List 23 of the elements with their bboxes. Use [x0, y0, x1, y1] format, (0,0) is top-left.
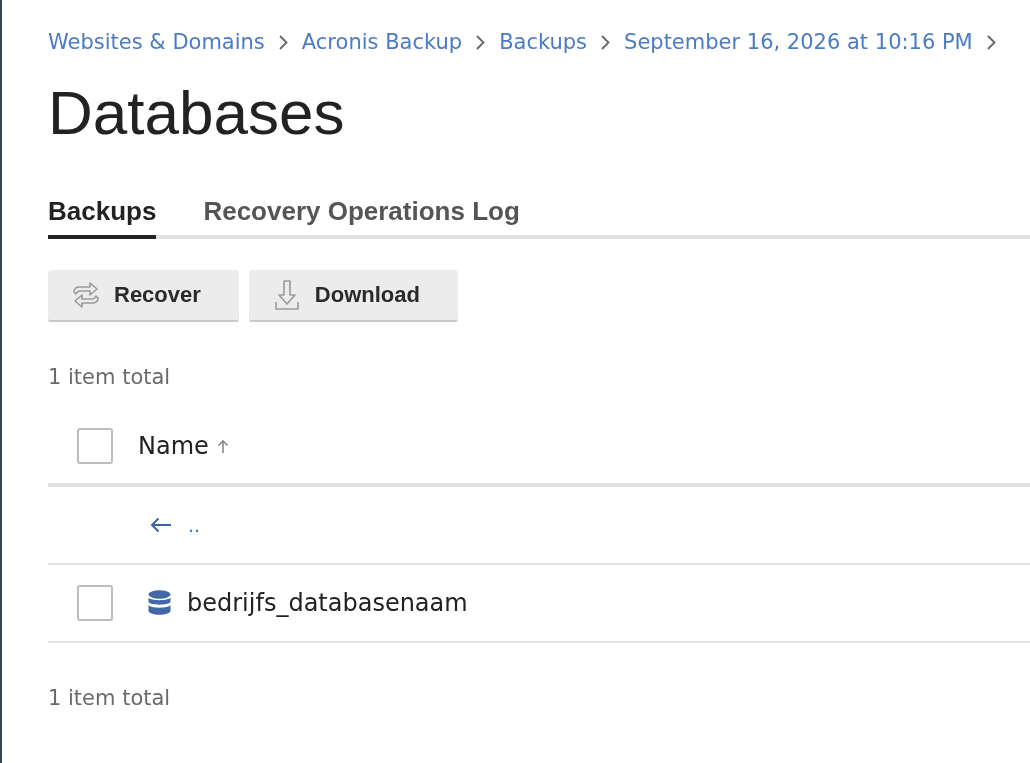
database-icon	[148, 590, 171, 616]
item-count: 1 item total	[48, 685, 172, 712]
page-title: Databases	[48, 77, 346, 149]
chevron-right-icon	[601, 34, 611, 50]
swap-arrows-icon	[70, 279, 102, 311]
tab[interactable]: Backups	[48, 196, 157, 239]
download-button[interactable]: Download	[248, 270, 458, 322]
item-count: 1 item total	[48, 364, 172, 391]
breadcrumb-link[interactable]: Backups	[499, 30, 588, 54]
breadcrumb-link[interactable]: Websites & Domains	[48, 30, 265, 54]
checkbox[interactable]	[77, 428, 113, 464]
chevron-right-icon	[476, 34, 486, 50]
checkbox[interactable]	[77, 585, 113, 621]
parent-folder-link[interactable]: ..	[150, 512, 201, 538]
left-arrow-icon	[150, 517, 172, 533]
chevron-right-icon	[986, 34, 996, 50]
breadcrumb-link[interactable]: Acronis Backup	[301, 30, 463, 54]
recover-button[interactable]: Recover	[48, 270, 239, 322]
column-header[interactable]: Name	[138, 432, 209, 460]
breadcrumb-link[interactable]: September 16, 2026 at 10:16 PM	[624, 30, 973, 54]
database-name: bedrijfs_databasenaam	[187, 589, 468, 617]
tab[interactable]: Recovery Operations Log	[203, 196, 520, 239]
chevron-right-icon	[278, 34, 288, 50]
